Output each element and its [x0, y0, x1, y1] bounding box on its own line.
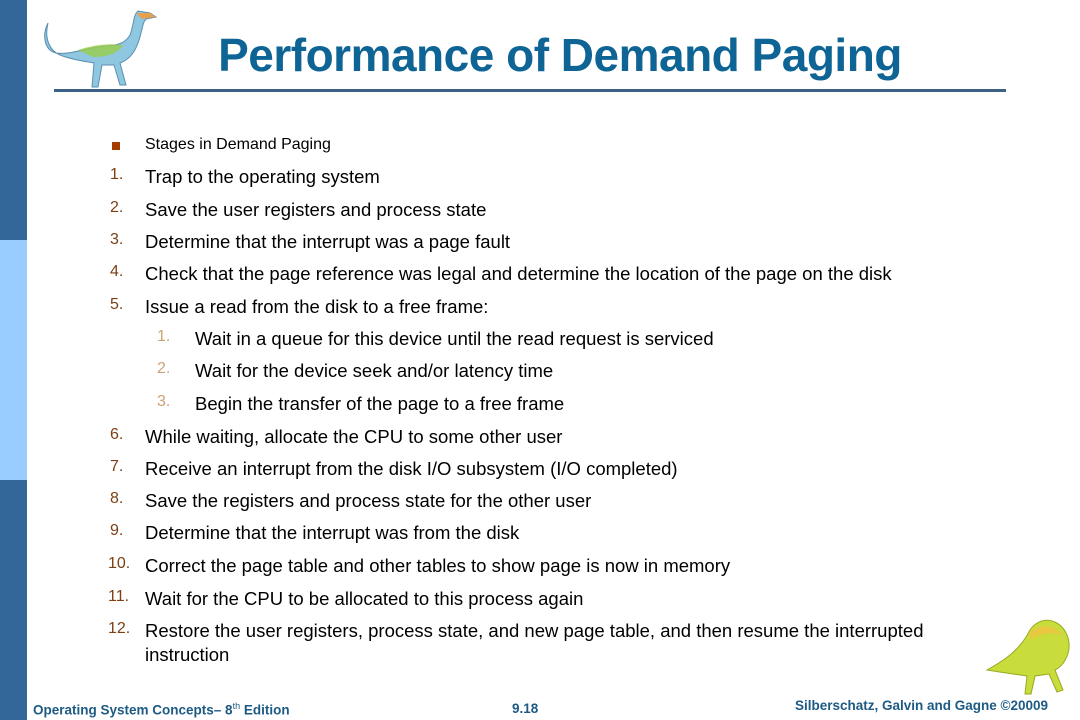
page-number: 9.18	[512, 701, 539, 716]
side-strip-middle	[0, 240, 27, 480]
intro-bullet-text: Stages in Demand Paging	[145, 136, 331, 153]
footer-book-sup: th	[232, 701, 241, 711]
step-text: While waiting, allocate the CPU to some …	[145, 426, 563, 447]
dinosaur-logo-icon	[44, 10, 158, 88]
footer-book-title: Operating System Concepts– 8th Edition	[33, 701, 290, 718]
side-strip-bottom	[0, 480, 27, 720]
step-number: 9.	[110, 522, 124, 539]
footer-copyright: Silberschatz, Galvin and Gagne ©20009	[795, 698, 1049, 713]
step-text: Save the user registers and process stat…	[145, 199, 487, 220]
substep-text: Begin the transfer of the page to a free…	[195, 393, 565, 414]
step-number: 2.	[110, 199, 124, 216]
footer-book-tail: Edition	[240, 702, 290, 718]
step-number: 3.	[110, 231, 124, 248]
substep-number: 2.	[157, 360, 171, 377]
step-number: 6.	[110, 426, 124, 443]
step-number: 4.	[110, 263, 124, 280]
step-number: 8.	[110, 490, 124, 507]
step-number: 11.	[108, 588, 130, 605]
step-number: 10.	[108, 555, 131, 572]
step-number: 7.	[110, 458, 124, 475]
square-bullet-icon	[112, 142, 120, 150]
substep-number: 1.	[157, 328, 171, 345]
step-text: Save the registers and process state for…	[145, 490, 592, 511]
title-divider	[54, 89, 1006, 92]
step-number: 12.	[108, 620, 131, 637]
step-text: Wait for the CPU to be allocated to this…	[145, 588, 584, 609]
substep-text: Wait for the device seek and/or latency …	[195, 360, 554, 381]
dinosaur-bottom-icon	[985, 620, 1070, 695]
step-text: Receive an interrupt from the disk I/O s…	[145, 458, 678, 479]
substep-text: Wait in a queue for this device until th…	[195, 328, 714, 349]
slide-title: Performance of Demand Paging	[218, 29, 902, 81]
step-text: Trap to the operating system	[145, 166, 380, 187]
step-text: Determine that the interrupt was a page …	[145, 231, 511, 252]
footer-book-text: Operating System Concepts– 8	[33, 702, 233, 718]
step-text: instruction	[145, 644, 230, 665]
side-strip-top	[0, 0, 27, 240]
substep-number: 3.	[157, 393, 171, 410]
step-text: Issue a read from the disk to a free fra…	[145, 296, 489, 317]
step-text: Determine that the interrupt was from th…	[145, 522, 520, 543]
step-number: 1.	[110, 166, 124, 183]
step-number: 5.	[110, 296, 124, 313]
step-text: Correct the page table and other tables …	[145, 555, 731, 576]
step-text: Check that the page reference was legal …	[145, 263, 892, 284]
step-text: Restore the user registers, process stat…	[145, 620, 924, 641]
